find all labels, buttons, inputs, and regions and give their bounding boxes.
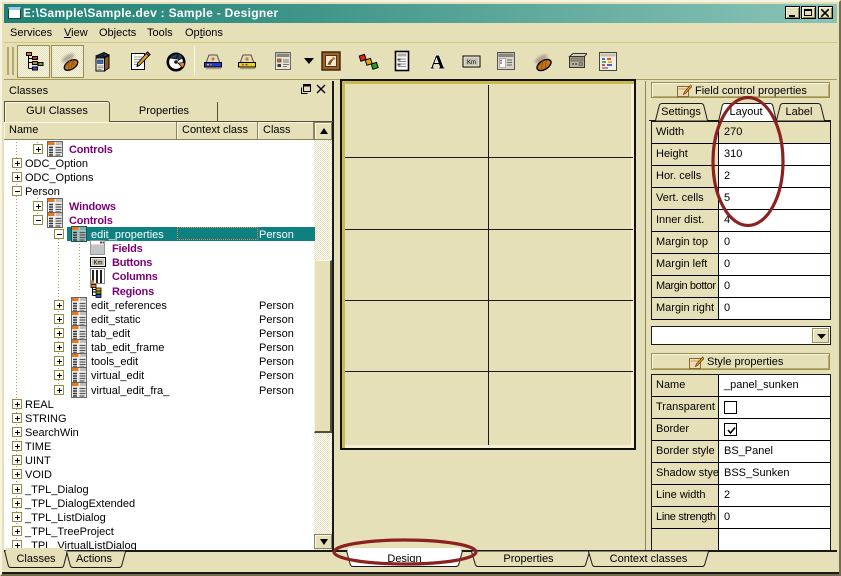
svg-text:Km: Km: [467, 60, 476, 66]
svg-text:Km: Km: [94, 261, 103, 267]
svg-text:A: A: [430, 52, 445, 74]
